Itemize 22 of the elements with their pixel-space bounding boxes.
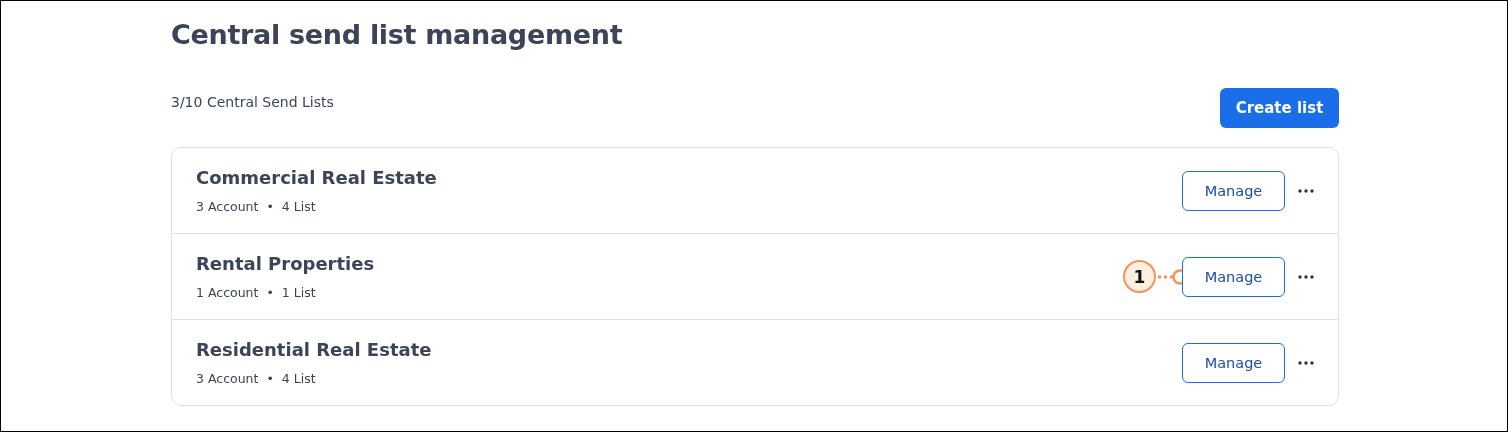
callout-badge: 1 [1123,260,1156,293]
more-options-icon[interactable] [1298,360,1314,365]
separator-dot: • [266,285,274,300]
account-count: 1 Account [196,285,259,300]
page-title: Central send list management [171,18,624,50]
create-list-button[interactable]: Create list [1220,88,1339,128]
more-options-icon[interactable] [1298,274,1314,279]
list-count: 3/10 Central Send Lists [171,94,334,110]
more-options-icon[interactable] [1298,188,1314,193]
list-name: Rental Properties [196,253,375,274]
list-name: Commercial Real Estate [196,167,437,188]
manage-button[interactable]: Manage [1182,170,1285,211]
manage-button[interactable]: Manage [1182,256,1285,297]
list-name: Residential Real Estate [196,339,432,360]
manage-button[interactable]: Manage [1182,342,1285,383]
list-total: 4 List [281,199,316,214]
account-count: 3 Account [196,199,259,214]
list-total: 4 List [281,371,316,386]
separator-dot: • [266,199,274,214]
list-total: 1 List [281,285,316,300]
account-count: 3 Account [196,371,259,386]
separator-dot: • [266,371,274,386]
